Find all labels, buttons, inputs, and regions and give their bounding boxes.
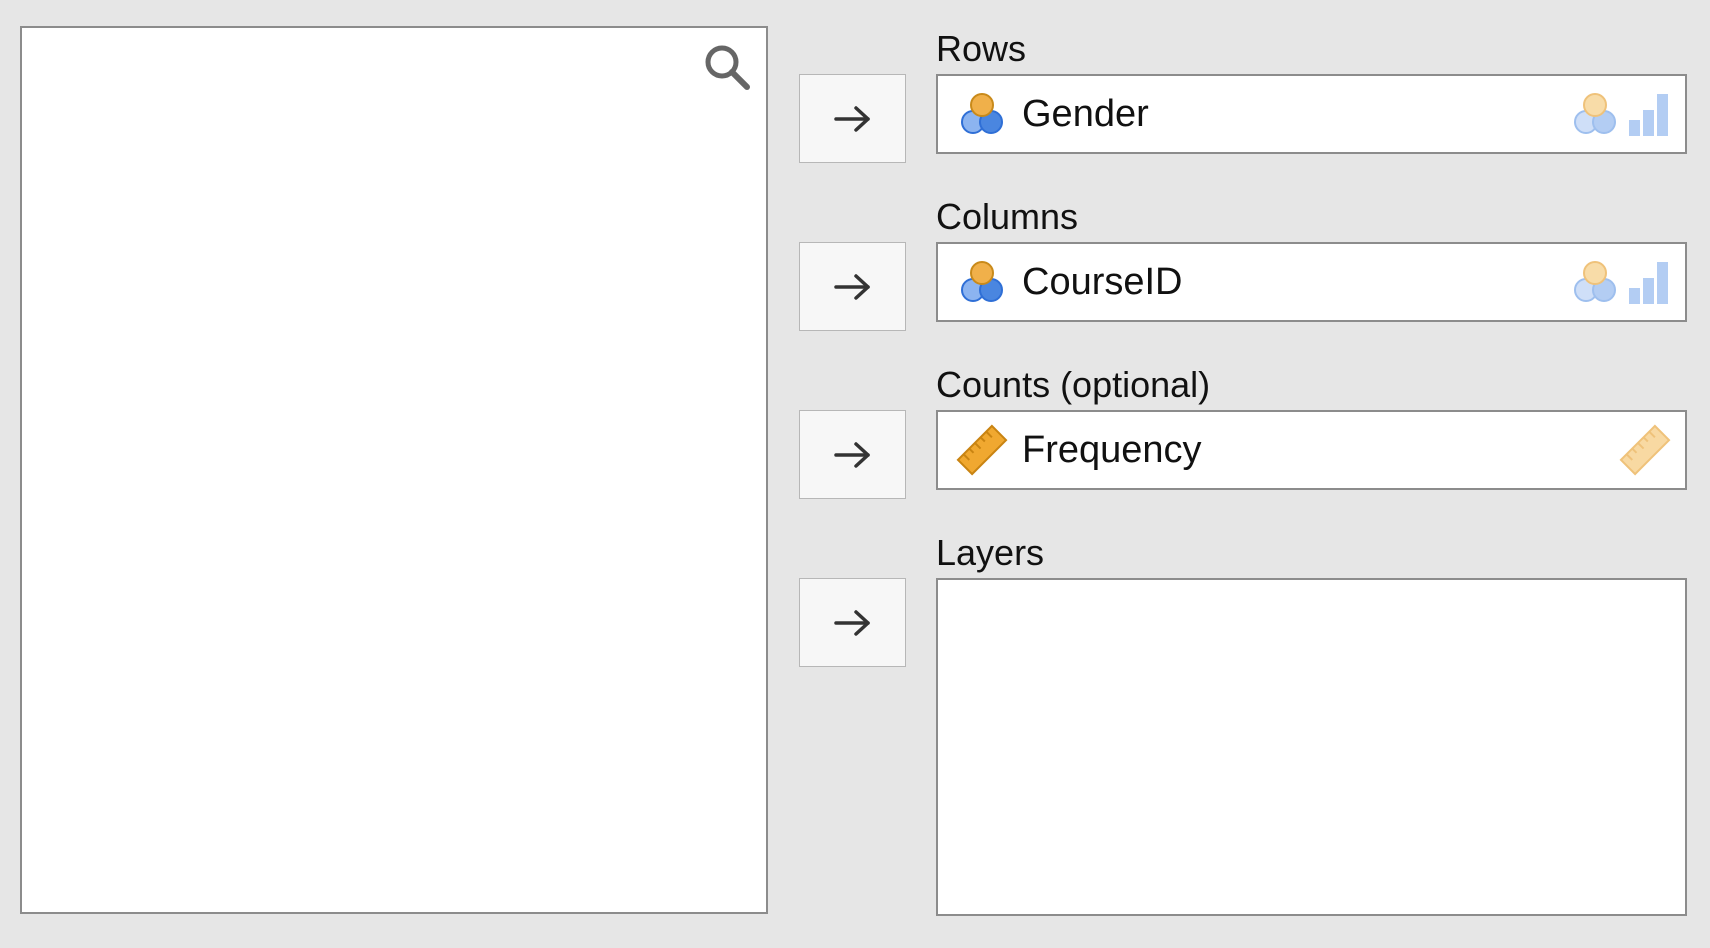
rows-variable-label: Gender [1022, 93, 1149, 135]
ordinal-icon [1629, 262, 1668, 304]
search-icon[interactable] [702, 42, 752, 92]
variable-list[interactable] [20, 26, 768, 914]
nominal-icon [1574, 93, 1616, 134]
counts-variable-item[interactable]: Frequency [938, 412, 1685, 488]
counts-type-hints [1619, 424, 1671, 476]
move-to-columns-button[interactable] [799, 242, 906, 331]
move-to-layers-button[interactable] [799, 578, 906, 667]
columns-variable-label: CourseID [1022, 261, 1183, 303]
arrow-right-icon [833, 105, 870, 132]
nominal-icon [961, 93, 1003, 134]
arrow-right-icon [833, 441, 870, 468]
columns-type-hints [1569, 256, 1671, 308]
layers-label: Layers [936, 532, 1045, 573]
columns-variable-item[interactable]: CourseID [938, 244, 1685, 320]
move-to-counts-button[interactable] [799, 410, 906, 499]
move-to-rows-button[interactable] [799, 74, 906, 163]
counts-variable-label: Frequency [1022, 429, 1202, 471]
columns-label: Columns [936, 196, 1079, 237]
arrow-right-icon [833, 273, 870, 300]
rows-box[interactable]: Gender [936, 74, 1687, 154]
rows-type-hints [1569, 88, 1671, 140]
counts-label: Counts (optional) [936, 364, 1211, 405]
layers-box[interactable] [936, 578, 1687, 916]
rows-label: Rows [936, 28, 1027, 69]
columns-box[interactable]: CourseID [936, 242, 1687, 322]
rows-variable-item[interactable]: Gender [938, 76, 1685, 152]
nominal-icon [1574, 261, 1616, 302]
counts-box[interactable]: Frequency [936, 410, 1687, 490]
nominal-icon [961, 261, 1003, 302]
continuous-icon [956, 424, 1008, 476]
continuous-icon [1619, 424, 1671, 476]
ordinal-icon [1629, 94, 1668, 136]
arrow-right-icon [833, 609, 870, 636]
